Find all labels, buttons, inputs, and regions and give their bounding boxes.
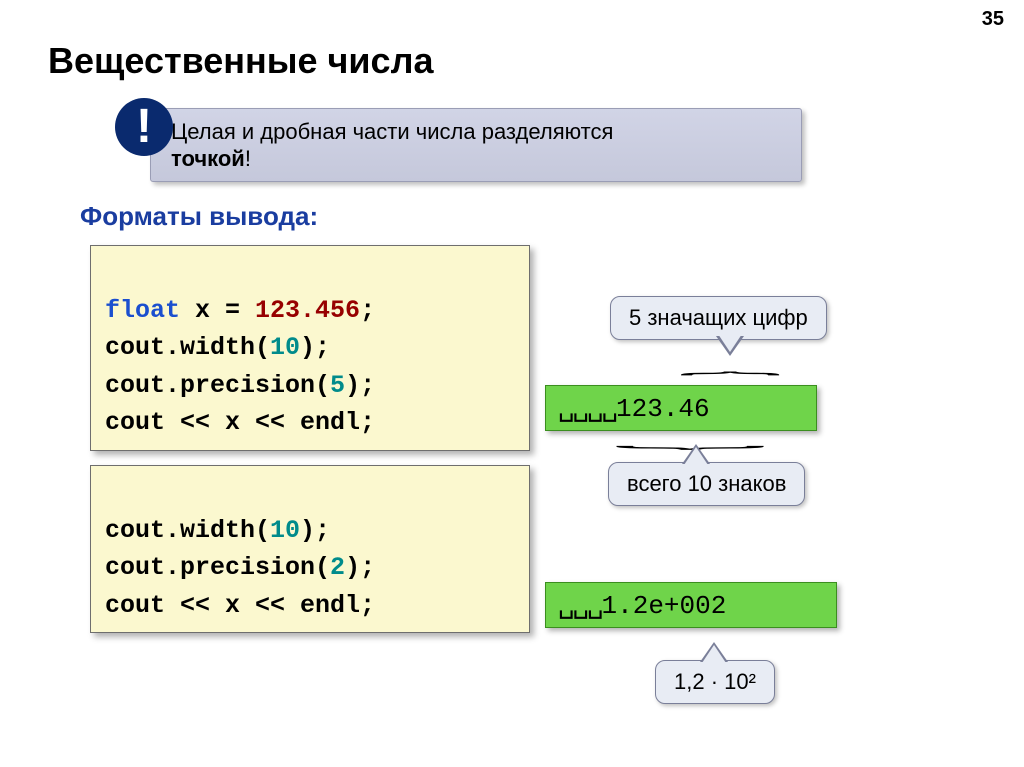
- output-value: 1.2e+002: [602, 591, 727, 621]
- callout-tail: [702, 645, 726, 663]
- info-punct: !: [245, 146, 251, 171]
- code-arg: 5: [330, 371, 345, 400]
- exclamation-icon: !: [115, 98, 173, 156]
- page-title: Вещественные числа: [48, 40, 433, 82]
- code-text: cout.width(: [105, 333, 270, 362]
- output-1: ␣␣␣␣123.46: [545, 385, 817, 431]
- info-banner: Целая и дробная части числа разделяются …: [150, 108, 802, 182]
- code-text: ;: [360, 296, 375, 325]
- subtitle: Форматы вывода:: [80, 201, 318, 232]
- code-text: cout.width(: [105, 516, 270, 545]
- page-number: 35: [982, 8, 1004, 31]
- code-block-1: float x = 123.456; cout.width(10); cout.…: [90, 245, 530, 451]
- code-text: );: [345, 553, 375, 582]
- code-arg: 10: [270, 333, 300, 362]
- code-text: cout.precision(: [105, 553, 330, 582]
- callout-scientific: 1,2 · 10²: [655, 660, 775, 704]
- info-text: Целая и дробная части числа разделяются …: [171, 118, 613, 173]
- callout-tail: [684, 447, 708, 465]
- code-text: cout.precision(: [105, 371, 330, 400]
- callout-tail: [718, 334, 742, 352]
- code-arg: 2: [330, 553, 345, 582]
- info-line1: Целая и дробная части числа разделяются: [171, 119, 613, 144]
- code-number: 123.456: [255, 296, 360, 325]
- output-spaces: ␣␣␣: [558, 589, 602, 619]
- info-emph: точкой: [171, 146, 245, 171]
- output-2: ␣␣␣1.2e+002: [545, 582, 837, 628]
- code-text: );: [345, 371, 375, 400]
- code-text: );: [300, 516, 330, 545]
- code-text: cout << x << endl;: [105, 591, 375, 620]
- code-text: cout << x << endl;: [105, 408, 375, 437]
- code-text: );: [300, 333, 330, 362]
- code-keyword: float: [105, 296, 180, 325]
- code-text: x =: [180, 296, 255, 325]
- output-value: 123.46: [616, 394, 710, 424]
- code-arg: 10: [270, 516, 300, 545]
- code-block-2: cout.width(10); cout.precision(2); cout …: [90, 465, 530, 633]
- output-spaces: ␣␣␣␣: [558, 392, 616, 422]
- callout-width: всего 10 знаков: [608, 462, 805, 506]
